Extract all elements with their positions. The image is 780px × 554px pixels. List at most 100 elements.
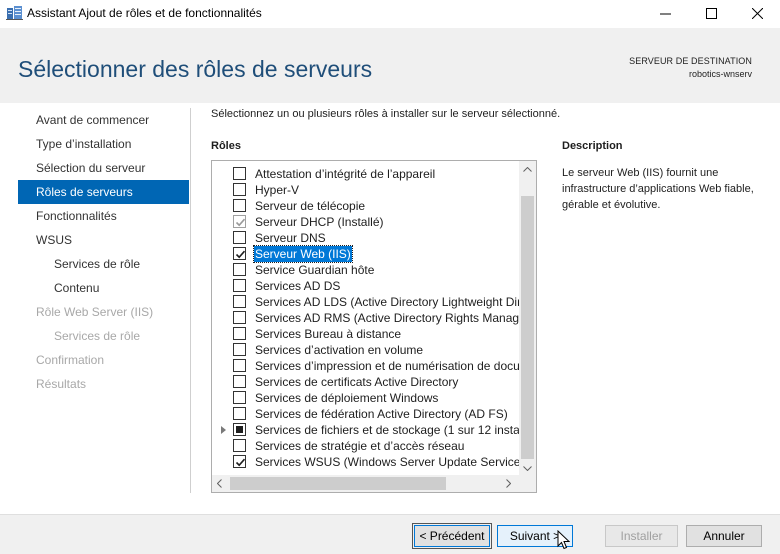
roles-heading: Rôles [211,140,241,152]
role-row[interactable]: Services d’impression et de numérisation… [212,358,520,374]
role-checkbox[interactable] [233,311,246,324]
minimize-icon [660,13,671,15]
nav-item-avant-de-commencer[interactable]: Avant de commencer [18,108,189,132]
role-checkbox[interactable] [233,279,246,292]
horizontal-scroll-thumb[interactable] [230,477,446,490]
role-row[interactable]: Services de fichiers et de stockage (1 s… [212,422,520,438]
role-checkbox[interactable] [233,263,246,276]
scroll-right-icon[interactable] [506,479,511,488]
nav-item-roles-serveurs[interactable]: Rôles de serveurs [18,180,189,204]
role-checkbox[interactable] [233,455,246,468]
nav-item-wsus[interactable]: WSUS [18,228,189,252]
description-heading: Description [562,140,623,152]
scrollbar-corner [519,475,536,492]
role-checkbox[interactable] [233,359,246,372]
close-button[interactable] [735,0,780,28]
wizard-footer: < Précédent Suivant > Installer Annuler [0,514,780,554]
close-icon [752,8,763,19]
role-checkbox[interactable] [233,439,246,452]
role-label: Services de fichiers et de stockage (1 s… [255,423,520,437]
role-row[interactable]: Attestation d’intégrité de l’appareil [212,166,520,182]
role-row[interactable]: Serveur de télécopie [212,198,520,214]
roles-list[interactable]: Attestation d’intégrité de l’appareil Hyp… [211,160,537,493]
role-checkbox[interactable] [233,183,246,196]
previous-button[interactable]: < Précédent [412,523,492,549]
role-label: Services de certificats Active Directory [255,375,459,389]
nav-item-role-web-server: Rôle Web Server (IIS) [36,305,154,319]
role-checkbox[interactable] [233,407,246,420]
vertical-scrollbar[interactable] [519,161,536,475]
scroll-down-icon[interactable] [523,466,532,471]
role-row[interactable]: Services WSUS (Windows Server Update Ser… [212,454,520,470]
role-row[interactable]: Hyper-V [212,182,520,198]
role-label: Services AD LDS (Active Directory Lightw… [255,295,520,309]
nav-item-type-installation[interactable]: Type d’installation [18,132,189,156]
role-row[interactable]: Services de fédération Active Directory … [212,406,520,422]
role-row[interactable]: Services de déploiement Windows [212,390,520,406]
role-checkbox[interactable] [233,391,246,404]
nav-divider [190,108,191,493]
role-checkbox[interactable] [233,295,246,308]
nav-item-wsus-services-role[interactable]: Services de rôle [18,252,189,276]
nav-item-wsus-contenu[interactable]: Contenu [18,276,189,300]
role-label: Services de stratégie et d’accès réseau [255,439,465,453]
role-checkbox[interactable] [233,199,246,212]
role-label: Services d’impression et de numérisation… [255,359,520,373]
role-checkbox[interactable] [233,231,246,244]
role-label: Services AD RMS (Active Directory Rights… [255,311,520,325]
role-label: Serveur de télécopie [255,199,366,213]
role-row[interactable]: Serveur DNS [212,230,520,246]
checkmark-icon [235,458,246,467]
role-label: Serveur DNS [255,231,326,245]
role-label: Services Bureau à distance [255,327,402,341]
install-button: Installer [605,525,678,547]
role-row[interactable]: Serveur DHCP (Installé) [212,214,520,230]
role-checkbox [233,215,246,228]
checkmark-icon [235,250,246,259]
role-row[interactable]: Services AD RMS (Active Directory Rights… [212,310,520,326]
role-row[interactable]: Services d’activation en volume [212,342,520,358]
wizard-header: Sélectionner des rôles de serveurs SERVE… [0,28,780,103]
maximize-button[interactable] [689,0,735,28]
vertical-scroll-thumb[interactable] [521,196,534,459]
role-label: Services de déploiement Windows [255,391,439,405]
scroll-left-icon[interactable] [217,479,222,488]
minimize-button[interactable] [643,0,689,28]
role-row[interactable]: Serveur Web (IIS) [212,245,520,263]
page-title: Sélectionner des rôles de serveurs [18,56,373,82]
role-label: Hyper-V [255,183,300,197]
window-title: Assistant Ajout de rôles et de fonctionn… [27,6,262,20]
role-row[interactable]: Services de certificats Active Directory [212,374,520,390]
wizard-nav: Avant de commencer Type d’installation S… [18,108,189,396]
role-label: Serveur DHCP (Installé) [255,215,384,229]
checkmark-icon [235,218,246,227]
mouse-cursor-icon [557,530,570,550]
nav-item-resultats: Résultats [36,377,87,391]
role-row[interactable]: Services AD DS [212,278,520,294]
maximize-icon [706,8,717,19]
role-checkbox[interactable] [233,423,246,436]
role-checkbox[interactable] [233,327,246,340]
nav-item-selection-serveur[interactable]: Sélection du serveur [18,156,189,180]
cancel-button[interactable]: Annuler [686,525,762,547]
role-checkbox[interactable] [233,167,246,180]
nav-item-confirmation: Confirmation [36,353,105,367]
roles-list-items: Attestation d’intégrité de l’appareil Hyp… [212,166,520,478]
role-row[interactable]: Services de stratégie et d’accès réseau [212,438,520,454]
role-label: Service Guardian hôte [255,263,375,277]
destination-server-name: robotics-wnserv [688,69,752,79]
role-label: Attestation d’intégrité de l’appareil [255,167,436,181]
expand-arrow-icon[interactable] [221,426,226,434]
role-checkbox[interactable] [233,247,246,260]
role-row[interactable]: Services Bureau à distance [212,326,520,342]
role-checkbox[interactable] [233,343,246,356]
role-row[interactable]: Service Guardian hôte [212,262,520,278]
nav-item-iis-services-role: Services de rôle [54,329,141,343]
role-checkbox[interactable] [233,375,246,388]
title-bar: Assistant Ajout de rôles et de fonctionn… [0,0,780,28]
scroll-up-icon[interactable] [523,167,532,172]
nav-item-fonctionnalites[interactable]: Fonctionnalités [18,204,189,228]
role-label: Services de fédération Active Directory … [255,407,508,421]
role-row[interactable]: Services AD LDS (Active Directory Lightw… [212,294,520,310]
horizontal-scrollbar[interactable] [212,475,536,492]
